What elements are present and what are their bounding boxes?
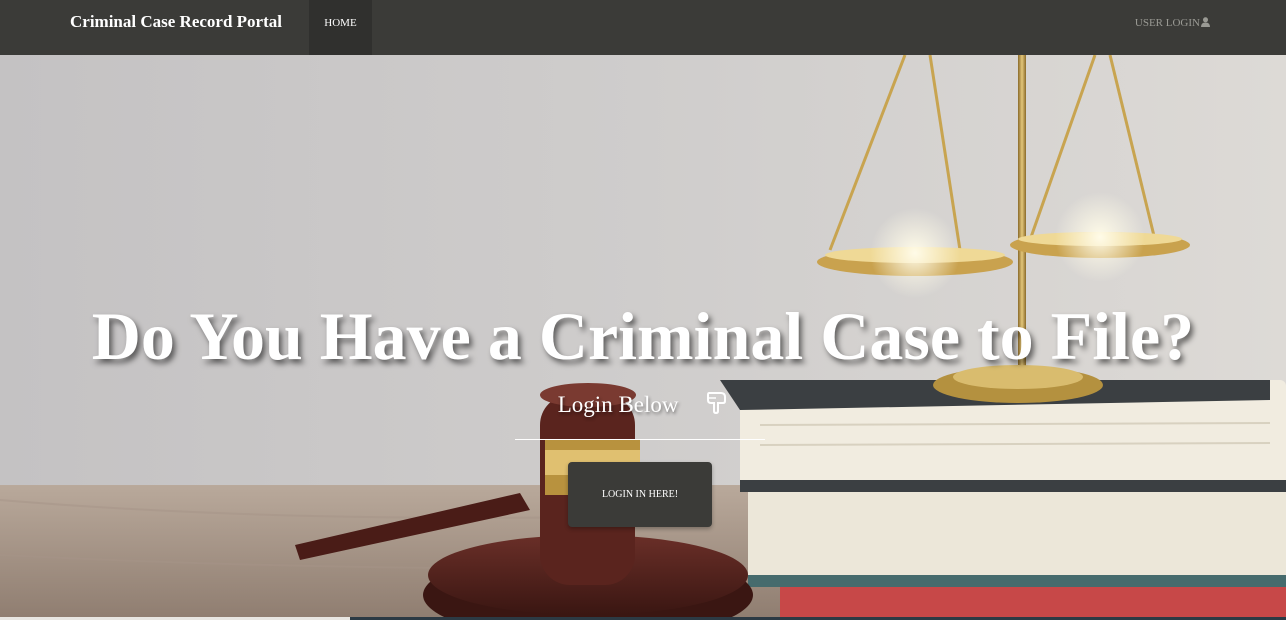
hero-subline-text: Login Below [557, 392, 679, 417]
hero-subline: Login Below [0, 391, 1286, 421]
brand-link[interactable]: Criminal Case Record Portal [70, 12, 282, 32]
nav-home-link[interactable]: HOME [309, 0, 372, 55]
hand-pointing-down-icon [706, 391, 728, 421]
hero-section: Do You Have a Criminal Case to File? Log… [0, 55, 1286, 620]
hero-headline: Do You Have a Criminal Case to File? [91, 298, 1195, 374]
user-login-label: USER LOGIN [1134, 17, 1200, 29]
login-cta-button[interactable]: LOGIN IN HERE! [568, 462, 712, 527]
nav-user-login-link[interactable]: USER LOGIN [1135, 17, 1210, 29]
user-icon [1201, 17, 1210, 27]
hero-divider [515, 439, 765, 440]
top-navbar: Criminal Case Record Portal HOME USER LO… [0, 0, 1286, 55]
